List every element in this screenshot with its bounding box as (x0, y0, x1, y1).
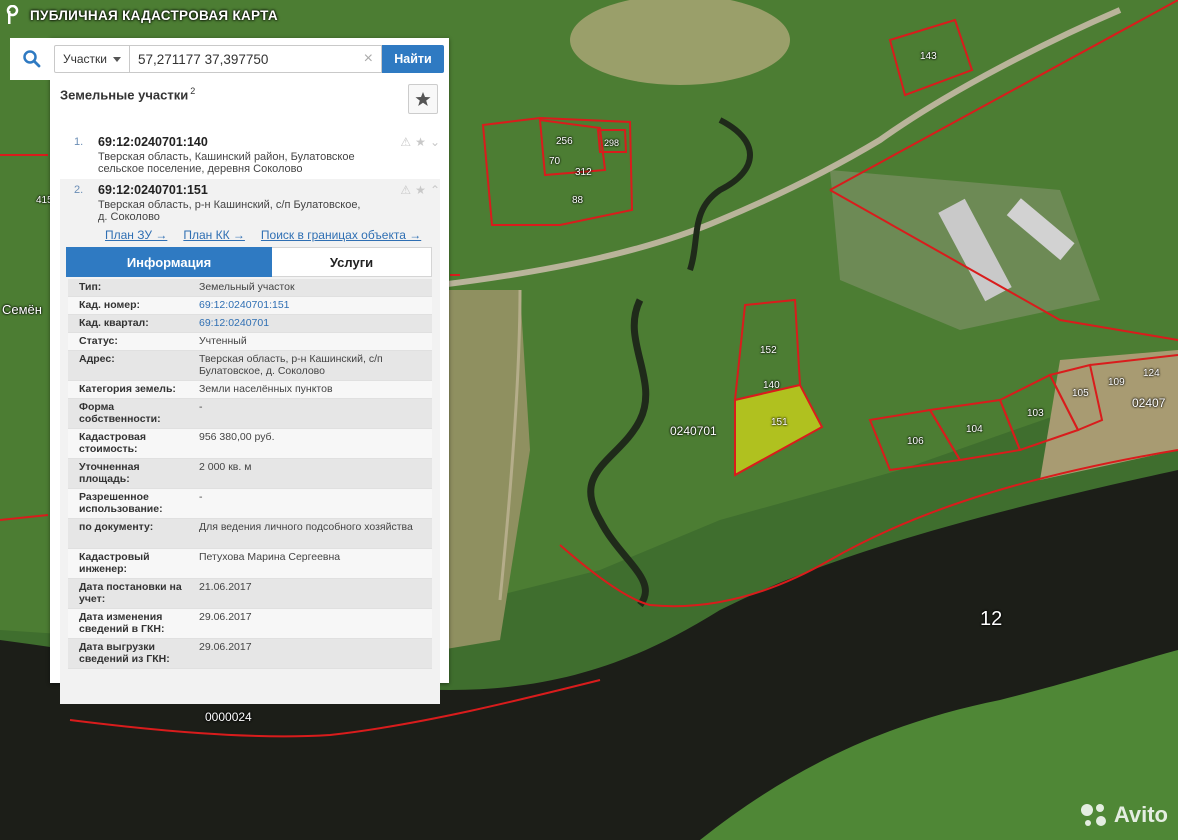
table-row: Форма собственности: - (68, 399, 432, 429)
table-row: Кадастровая стоимость: 956 380,00 руб. (68, 429, 432, 459)
village-label: Семён (2, 302, 42, 317)
search-query: 57,271177 37,397750 (138, 51, 269, 67)
table-row: Кад. номер: 69:12:0240701:151 (68, 297, 432, 315)
rosreestr-logo-icon (6, 5, 19, 24)
table-row: Уточненная площадь: 2 000 кв. м (68, 459, 432, 489)
tab-information[interactable]: Информация (66, 247, 272, 277)
parcel-label[interactable]: 70 (549, 156, 560, 167)
parcel-cadastral-id[interactable]: 69:12:0240701:140 (98, 135, 208, 149)
table-row: Разрешенное использование: - (68, 489, 432, 519)
parcel-label[interactable]: 106 (907, 436, 924, 447)
table-row: Статус: Учтенный (68, 333, 432, 351)
parcel-actions: ⚠ ★ ⌃ (400, 183, 440, 197)
parcel-label[interactable]: 103 (1027, 408, 1044, 419)
parcel-label[interactable]: 298 (604, 138, 619, 148)
table-row: Адрес: Тверская область, р-н Кашинский, с… (68, 351, 432, 381)
parcel-label[interactable]: 256 (556, 136, 573, 147)
table-row: Кад. квартал: 69:12:0240701 (68, 315, 432, 333)
parcel-label[interactable]: 88 (572, 195, 583, 206)
parcel-label[interactable]: 105 (1072, 388, 1089, 399)
warning-icon[interactable]: ⚠ (400, 183, 411, 197)
parcel-label-selected[interactable]: 151 (771, 417, 788, 428)
parcel-label[interactable]: 124 (1143, 368, 1160, 379)
chevron-down-icon (113, 56, 121, 62)
cadastral-quarter-link[interactable]: 69:12:0240701 (188, 315, 432, 332)
table-row: по документу: Для ведения личного подсобн… (68, 519, 432, 549)
table-row: Кадастровый инженер: Петухова Марина Серг… (68, 549, 432, 579)
region-label: 12 (980, 608, 1003, 630)
app-header: ПУБЛИЧНАЯ КАДАСТРОВАЯ КАРТА (0, 0, 278, 30)
object-type-label: Участки (63, 52, 107, 66)
results-header: Земельные участки 2 (60, 86, 195, 102)
parcel-links: План ЗУ → План КК → Поиск в границах объ… (105, 228, 421, 242)
parcel-actions: ⚠ ★ ⌄ (400, 135, 440, 149)
info-panel: Участки 57,271177 37,397750 × Найти Земе… (10, 38, 449, 704)
plan-zu-link[interactable]: План ЗУ → (105, 228, 167, 242)
parcel-cadastral-id[interactable]: 69:12:0240701:151 (98, 183, 208, 197)
tab-services[interactable]: Услуги (272, 247, 432, 277)
table-row: Дата постановки на учет: 21.06.2017 (68, 579, 432, 609)
chevron-down-icon[interactable]: ⌄ (430, 135, 440, 149)
results-title: Земельные участки (60, 87, 189, 103)
avito-logo-icon (1080, 804, 1106, 826)
app-title: ПУБЛИЧНАЯ КАДАСТРОВАЯ КАРТА (30, 7, 278, 23)
watermark-text: Avito (1113, 802, 1168, 827)
find-button[interactable]: Найти (382, 45, 444, 73)
star-icon (415, 92, 431, 106)
info-table: Тип: Земельный участок Кад. номер: 69:12:0… (68, 279, 432, 669)
table-row: Тип: Земельный участок (68, 279, 432, 297)
chevron-up-icon[interactable]: ⌃ (430, 183, 440, 197)
parcel-label[interactable]: 109 (1108, 377, 1125, 388)
cadastral-number-link[interactable]: 69:12:0240701:151 (188, 297, 432, 314)
star-icon[interactable]: ★ (415, 135, 426, 149)
star-icon[interactable]: ★ (415, 183, 426, 197)
parcel-label[interactable]: 104 (966, 424, 983, 435)
clear-icon[interactable]: × (364, 50, 373, 68)
parcel-address: Тверская область, р-н Кашинский, с/п Бул… (98, 199, 361, 223)
parcel-address: Тверская область, Кашинский район, Булат… (98, 151, 355, 175)
parcel-label[interactable]: 143 (920, 51, 937, 62)
avito-watermark: Avito (1079, 802, 1168, 828)
object-type-select[interactable]: Участки (54, 45, 130, 73)
search-input[interactable]: 57,271177 37,397750 × (130, 45, 382, 73)
search-icon[interactable] (10, 38, 54, 80)
list-item-number: 1. (74, 136, 84, 148)
table-row: Категория земель: Земли населённых пункто… (68, 381, 432, 399)
table-row: Дата изменения сведений в ГКН: 29.06.2017 (68, 609, 432, 639)
quarter-label: 0000024 (205, 710, 252, 724)
parcel-label[interactable]: 152 (760, 345, 777, 356)
plan-kk-link[interactable]: План КК → (183, 228, 245, 242)
parcel-label[interactable]: 140 (763, 380, 780, 391)
list-item-number: 2. (74, 184, 84, 196)
tab-bar: Информация Услуги (66, 247, 432, 277)
favorite-button[interactable] (408, 84, 438, 114)
warning-icon[interactable]: ⚠ (400, 135, 411, 149)
search-in-bounds-link[interactable]: Поиск в границах объекта → (261, 228, 421, 242)
quarter-label: 0240701 (670, 424, 717, 438)
results-count: 2 (190, 86, 196, 96)
parcel-label[interactable]: 312 (575, 167, 592, 178)
search-bar: Участки 57,271177 37,397750 × Найти (10, 38, 449, 80)
quarter-label: 02407 (1132, 396, 1166, 410)
table-row: Дата выгрузки сведений из ГКН: 29.06.2017 (68, 639, 432, 669)
